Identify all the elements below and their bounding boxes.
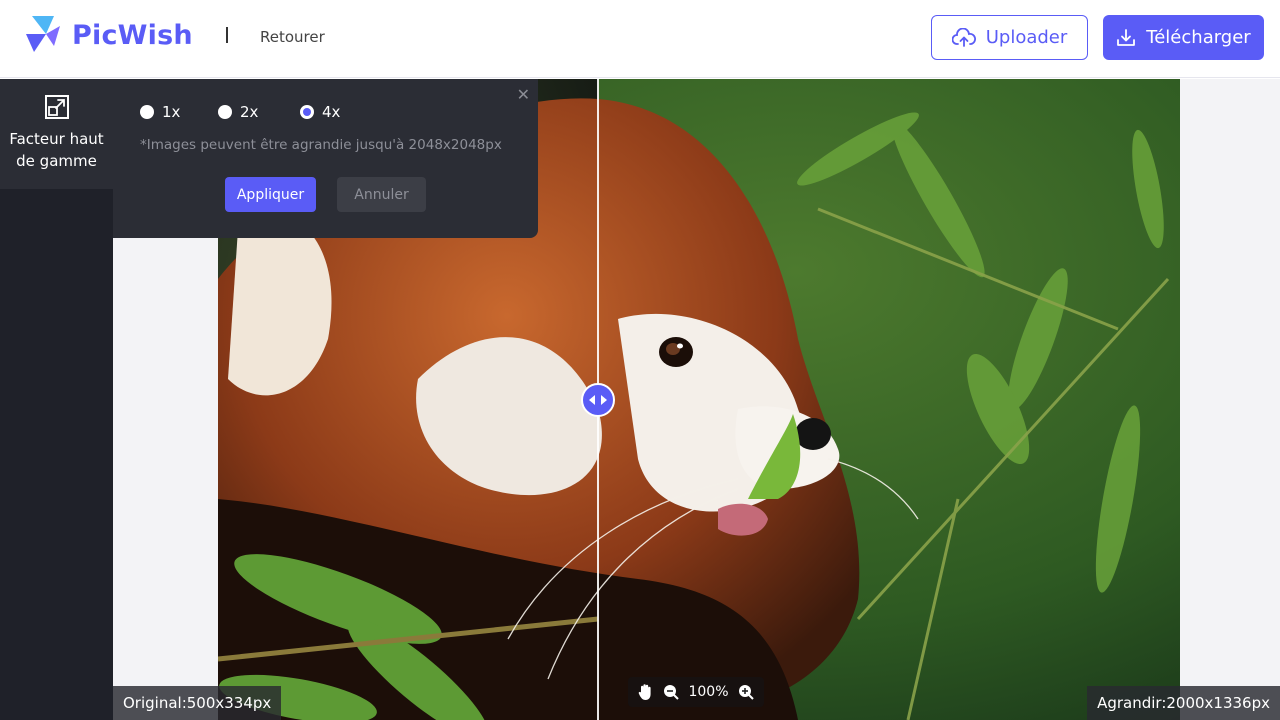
enlarged-size-label: Agrandir:2000x1336px [1087,686,1280,720]
radio-button-selected[interactable] [300,105,314,119]
radio-2x[interactable]: 2x [218,103,258,121]
original-size-label: Original:500x334px [113,686,282,720]
upload-button[interactable]: Uploader [931,15,1088,60]
upscale-popup: ✕ 1x 2x 4x *Images peuvent être agrandie… [113,79,538,238]
zoom-level: 100% [688,684,729,700]
cancel-button[interactable]: Annuler [337,177,426,212]
radio-button[interactable] [140,105,154,119]
apply-button[interactable]: Appliquer [225,177,316,212]
hand-icon[interactable] [638,683,654,701]
sidebar-item-label: Facteur haut de gamme [9,130,104,170]
zoom-in-icon[interactable] [738,684,754,700]
header-divider [226,27,228,43]
sidebar-item-upscale-factor[interactable]: Facteur haut de gamme [0,79,113,189]
size-limit-note: *Images peuvent être agrandie jusqu'à 20… [140,137,502,153]
radio-4x[interactable]: 4x [300,103,340,121]
compare-handle-icon [589,395,607,405]
radio-label: 2x [240,103,259,121]
radio-1x[interactable]: 1x [140,103,180,121]
compare-handle[interactable] [581,383,615,417]
upload-label: Uploader [985,27,1068,48]
download-label: Télécharger [1146,27,1251,48]
zoom-out-icon[interactable] [663,684,680,700]
radio-button[interactable] [218,105,232,119]
zoom-toolbar: 100% [628,677,764,707]
picwish-logo-icon[interactable] [24,12,64,60]
cloud-upload-icon [951,27,976,47]
brand-name[interactable]: PicWish [72,20,193,51]
download-button[interactable]: Télécharger [1103,15,1264,60]
top-header: PicWish Retourer Uploader Télécharger [0,0,1280,78]
back-link[interactable]: Retourer [260,28,325,46]
radio-label: 1x [162,103,181,121]
radio-label: 4x [322,103,341,121]
download-icon [1117,28,1136,46]
close-icon[interactable]: ✕ [517,85,530,104]
upscale-icon [44,95,69,119]
